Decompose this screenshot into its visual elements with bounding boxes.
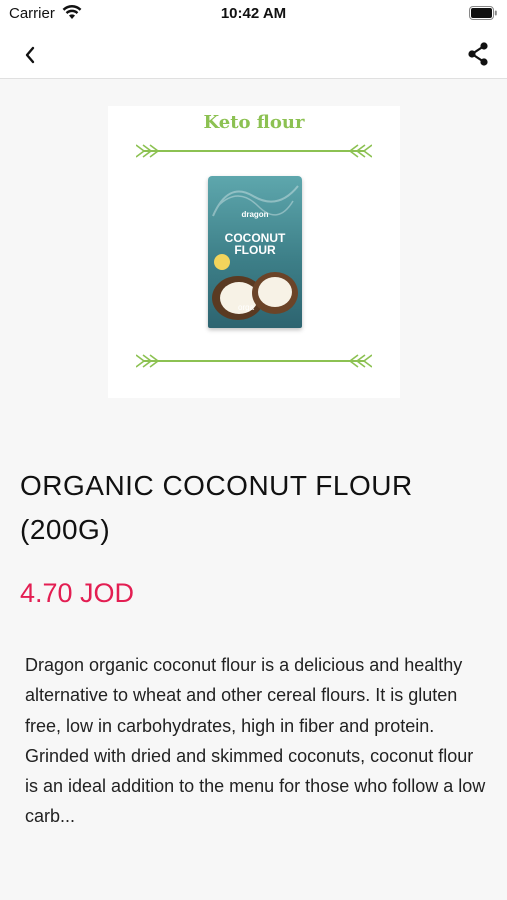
chevron-left-icon bbox=[25, 46, 35, 64]
bag-brand-label: dragon bbox=[241, 210, 269, 219]
battery-icon bbox=[469, 6, 497, 20]
product-price: 4.70 JOD bbox=[20, 578, 135, 608]
arrow-divider-top bbox=[136, 144, 372, 158]
product-title: ORGANIC COCONUT FLOUR (200G) bbox=[20, 470, 413, 545]
back-button[interactable] bbox=[14, 39, 46, 71]
product-description: Dragon organic coconut flour is a delici… bbox=[25, 655, 486, 827]
flour-bag-illustration: dragon COCONUT FLOUR orga bbox=[208, 176, 302, 328]
status-time: 10:42 AM bbox=[220, 5, 287, 22]
image-banner-text: Keto flour bbox=[203, 112, 305, 133]
share-button[interactable] bbox=[461, 37, 495, 71]
nav-bar bbox=[0, 30, 507, 79]
product-image: Keto flour dragon COCONUT FLOUR orga bbox=[108, 106, 400, 398]
bag-bottom-label: orga bbox=[238, 303, 255, 312]
coconut-flesh-right bbox=[258, 277, 292, 307]
arrow-divider-bottom bbox=[136, 354, 372, 368]
status-bar: Carrier 10:42 AM bbox=[0, 0, 507, 30]
bag-badge bbox=[214, 254, 230, 270]
share-icon bbox=[468, 42, 488, 66]
